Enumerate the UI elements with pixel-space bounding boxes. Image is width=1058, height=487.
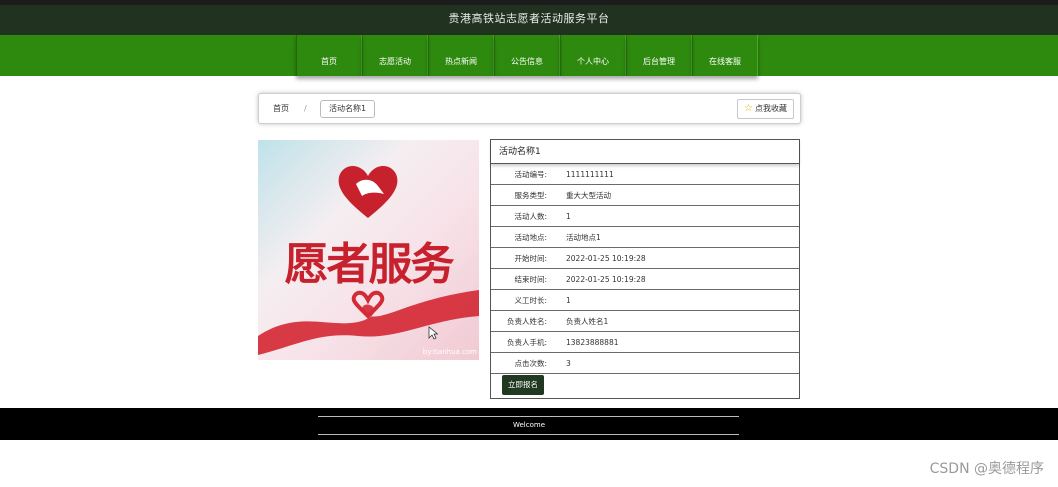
footer-text: Welcome <box>512 421 546 429</box>
detail-value: 活动地点1 <box>566 232 601 242</box>
detail-label: 负责人手机: <box>506 337 547 347</box>
detail-label: 开始时间: <box>514 253 547 263</box>
nav-item-admin[interactable]: 后台管理 <box>626 35 692 76</box>
detail-value: 3 <box>566 358 571 368</box>
heart-hand-logo <box>338 165 398 218</box>
poster-text: 愿者服务 <box>284 239 455 290</box>
detail-row-start-time: 开始时间: 2022-01-25 10:19:28 <box>491 248 799 269</box>
breadcrumb-home[interactable]: 首页 <box>273 94 289 123</box>
activity-title: 活动名称1 <box>491 140 799 164</box>
detail-row-participants: 活动人数: 1 <box>491 206 799 227</box>
breadcrumb: 首页 / 活动名称1 ☆ 点我收藏 <box>258 93 801 124</box>
navbar: 首页 志愿活动 热点新闻 公告信息 个人中心 后台管理 在线客服 <box>0 35 1058 76</box>
detail-value: 1 <box>566 295 571 305</box>
poster-signature: by:tianhua.com <box>422 348 477 356</box>
detail-row-location: 活动地点: 活动地点1 <box>491 227 799 248</box>
detail-label: 结束时间: <box>514 274 547 284</box>
detail-value: 1 <box>566 211 571 221</box>
mouse-cursor-icon <box>428 326 438 340</box>
detail-value: 13823888881 <box>566 337 619 347</box>
detail-value: 1111111111 <box>566 169 614 179</box>
favorite-label: 点我收藏 <box>755 104 787 113</box>
breadcrumb-separator: / <box>304 104 307 113</box>
nav-item-announcements[interactable]: 公告信息 <box>494 35 560 76</box>
detail-row-manager-name: 负责人姓名: 负责人姓名1 <box>491 311 799 332</box>
footer-divider <box>318 434 739 435</box>
detail-label: 负责人姓名: <box>506 316 547 326</box>
footer: Welcome <box>0 408 1058 440</box>
detail-row-volunteer-hours: 义工时长: 1 <box>491 290 799 311</box>
detail-label: 活动地点: <box>514 232 547 242</box>
signup-button[interactable]: 立即报名 <box>502 375 544 395</box>
site-title: 贵港高铁站志愿者活动服务平台 <box>0 5 1058 35</box>
detail-label: 服务类型: <box>514 190 547 200</box>
detail-value: 负责人姓名1 <box>566 316 609 326</box>
detail-value: 重大大型活动 <box>566 190 611 200</box>
detail-label: 活动编号: <box>514 169 547 179</box>
nav-item-online-service[interactable]: 在线客服 <box>692 35 758 76</box>
detail-value: 2022-01-25 10:19:28 <box>566 253 646 263</box>
detail-row-manager-phone: 负责人手机: 13823888881 <box>491 332 799 353</box>
detail-label: 活动人数: <box>514 211 547 221</box>
star-icon: ☆ <box>744 103 753 114</box>
activity-poster: 愿者服务 by:tianhua.com <box>258 140 479 360</box>
detail-value: 2022-01-25 10:19:28 <box>566 274 646 284</box>
favorite-button[interactable]: ☆ 点我收藏 <box>737 99 794 119</box>
detail-label: 点击次数: <box>514 358 547 368</box>
nav-item-hot-news[interactable]: 热点新闻 <box>428 35 494 76</box>
nav-item-home[interactable]: 首页 <box>296 35 362 76</box>
watermark: CSDN @奥德程序 <box>929 461 1044 477</box>
detail-label: 义工时长: <box>514 295 547 305</box>
breadcrumb-current: 活动名称1 <box>320 100 376 118</box>
detail-row-click-count: 点击次数: 3 <box>491 353 799 374</box>
nav-item-volunteer-activities[interactable]: 志愿活动 <box>362 35 428 76</box>
detail-row-service-type: 服务类型: 重大大型活动 <box>491 185 799 206</box>
activity-details-panel: 活动名称1 活动编号: 1111111111 服务类型: 重大大型活动 活动人数… <box>490 139 800 399</box>
main-nav: 首页 志愿活动 热点新闻 公告信息 个人中心 后台管理 在线客服 <box>296 35 758 76</box>
detail-row-end-time: 结束时间: 2022-01-25 10:19:28 <box>491 269 799 290</box>
nav-item-personal-center[interactable]: 个人中心 <box>560 35 626 76</box>
detail-row-id: 活动编号: 1111111111 <box>491 164 799 185</box>
